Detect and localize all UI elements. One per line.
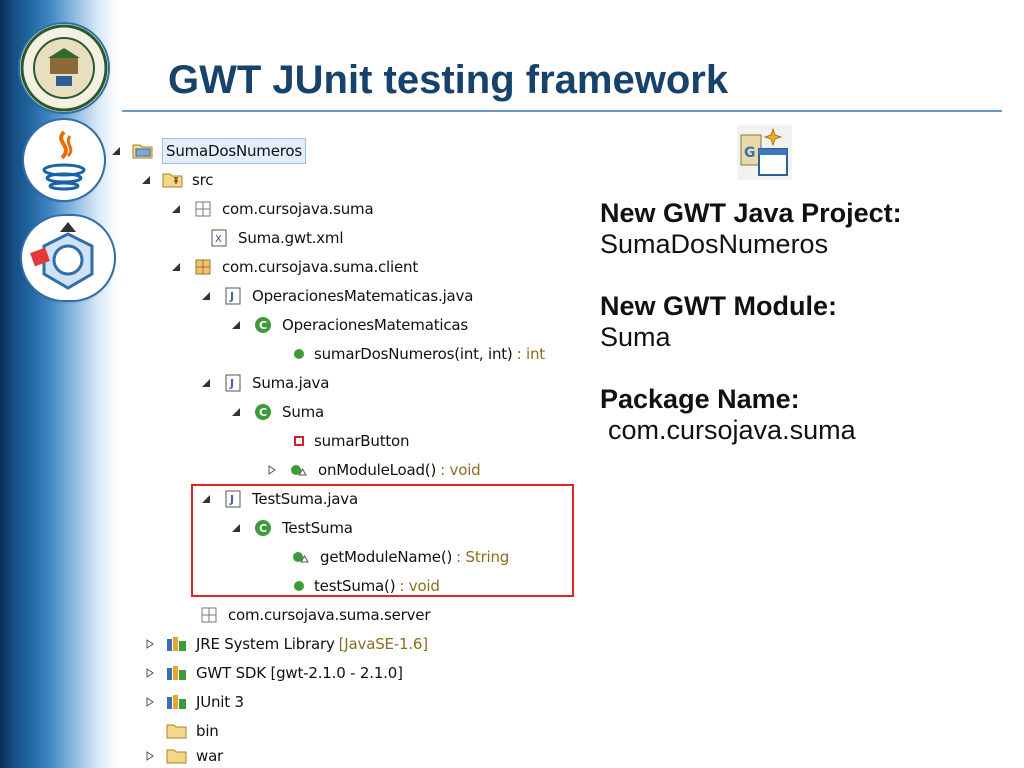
package-explorer-tree: SumaDosNumeros src com.cursojava.suma X … [110,138,600,768]
java-file-icon: J [222,286,244,306]
tree-item-label: com.cursojava.suma.server [228,606,431,624]
svg-text:X: X [215,234,222,245]
type-suffix: : void [440,461,481,479]
library-icon [166,634,188,654]
sidebar-stripe [0,0,14,768]
expanded-arrow-icon[interactable] [200,290,212,302]
tree-item-operaciones-class[interactable]: C OperacionesMatematicas [230,313,468,337]
tree-item-label: OperacionesMatematicas [282,316,469,334]
svg-text:G: G [744,145,756,161]
package-icon [192,257,214,277]
expanded-arrow-icon[interactable] [230,406,242,418]
project-info-panel: New GWT Java Project: SumaDosNumeros New… [600,198,1010,446]
xml-file-icon: X [208,228,230,248]
expanded-arrow-icon[interactable] [200,377,212,389]
expanded-arrow-icon[interactable] [170,261,182,273]
module-value: Suma [600,322,671,352]
collapsed-arrow-icon[interactable] [144,750,156,762]
source-folder-icon [162,170,184,190]
tree-item-package-suma[interactable]: com.cursojava.suma [170,197,374,221]
tree-item-label: Suma [282,403,325,421]
package-heading: Package Name: [600,384,800,414]
tree-item-war[interactable]: war [144,744,223,768]
tree-item-label: onModuleLoad() [318,461,437,479]
collapsed-arrow-icon[interactable] [144,638,156,650]
tree-item-label: SumaDosNumeros [162,138,306,164]
java-logo-icon [24,120,104,200]
tree-item-label: GWT SDK [gwt-2.1.0 - 2.1.0] [196,664,403,682]
private-field-icon [292,431,306,451]
tree-item-label: OperacionesMatematicas.java [252,287,474,305]
project-folder-icon [132,141,154,161]
tree-item-label: sumarButton [314,432,410,450]
library-icon [166,692,188,712]
expanded-arrow-icon[interactable] [110,145,122,157]
java-file-icon: J [222,373,244,393]
class-icon: C [252,315,274,335]
tree-item-label: com.cursojava.suma [222,200,374,218]
collapsed-arrow-icon[interactable] [144,696,156,708]
tree-item-label: Suma.java [252,374,330,392]
svg-text:C: C [259,406,267,419]
sidebar-gradient [0,0,118,768]
gwt-logo-icon [22,216,114,300]
project-value: SumaDosNumeros [600,229,829,259]
tree-item-gwt-xml[interactable]: X Suma.gwt.xml [208,226,343,250]
university-seal-icon [20,24,108,112]
package-value: com.cursojava.suma [608,415,856,445]
tree-item-package-server[interactable]: com.cursojava.suma.server [198,603,430,627]
library-icon [166,663,188,683]
tree-item-label: war [196,747,224,765]
expanded-arrow-icon[interactable] [230,319,242,331]
library-version-suffix: [JavaSE-1.6] [338,635,428,653]
class-icon: C [252,402,274,422]
tree-item-label: JUnit 3 [196,693,244,711]
tree-item-suma-java[interactable]: J Suma.java [200,371,329,395]
tree-item-src[interactable]: src [140,168,214,192]
expanded-arrow-icon[interactable] [140,174,152,186]
tree-item-package-client[interactable]: com.cursojava.suma.client [170,255,418,279]
slide-title: GWT JUnit testing framework [168,58,729,102]
new-gwt-project-wizard-icon: G [737,125,792,180]
folder-icon [166,721,188,741]
package-icon [198,605,220,625]
svg-text:J: J [229,377,234,390]
collapsed-arrow-icon[interactable] [266,464,278,476]
tree-item-label: bin [196,722,219,740]
folder-icon [166,746,188,766]
tree-item-on-module-load[interactable]: onModuleLoad() : void [266,458,481,482]
tree-item-junit[interactable]: JUnit 3 [144,690,244,714]
override-method-icon [288,460,310,480]
package-icon [192,199,214,219]
module-heading: New GWT Module: [600,291,837,321]
tree-item-root[interactable]: SumaDosNumeros [110,138,306,164]
tree-item-label: sumarDosNumeros(int, int) [314,345,513,363]
collapsed-arrow-icon[interactable] [144,667,156,679]
tree-item-bin[interactable]: bin [166,719,219,743]
tree-item-label: com.cursojava.suma.client [222,258,419,276]
project-heading: New GWT Java Project: [600,198,902,228]
tree-item-label: JRE System Library [196,635,335,653]
public-method-icon [292,344,306,364]
tree-item-operaciones-java[interactable]: J OperacionesMatematicas.java [200,284,473,308]
tree-item-jre-library[interactable]: JRE System Library [JavaSE-1.6] [144,632,428,656]
type-suffix: : int [516,345,546,363]
tree-item-label: Suma.gwt.xml [238,229,344,247]
tree-item-label: src [192,171,214,189]
tree-item-sumar-button-field[interactable]: sumarButton [292,429,410,453]
tree-item-gwt-sdk[interactable]: GWT SDK [gwt-2.1.0 - 2.1.0] [144,661,403,685]
tree-item-suma-class[interactable]: C Suma [230,400,324,424]
tree-item-sumar-method[interactable]: sumarDosNumeros(int, int) : int [292,342,545,366]
svg-text:C: C [259,319,267,332]
testsuma-highlight-box [191,484,574,597]
svg-text:J: J [229,290,234,303]
title-divider [122,110,1002,112]
expanded-arrow-icon[interactable] [170,203,182,215]
